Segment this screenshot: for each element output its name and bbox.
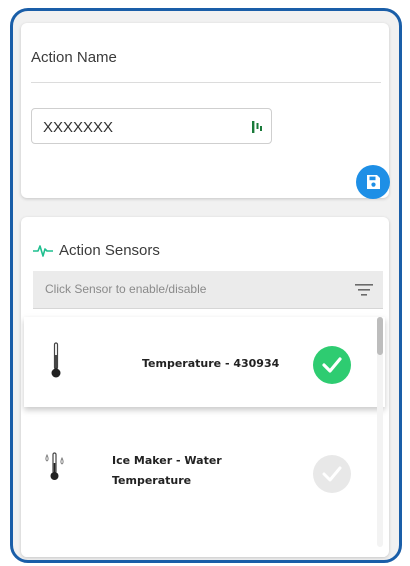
save-button[interactable] — [356, 165, 390, 199]
action-sensors-header: Action Sensors — [33, 239, 160, 261]
filter-placeholder: Click Sensor to enable/disable — [45, 282, 207, 296]
action-name-title: Action Name — [31, 49, 117, 66]
divider — [31, 82, 381, 83]
action-sensors-card: Action Sensors Click Sensor to enable/di… — [21, 217, 389, 557]
thermometer-drops-icon — [45, 452, 64, 480]
sensor-item-ice-maker-water-temperature[interactable]: Ice Maker - Water Temperature — [24, 421, 385, 557]
sensor-name: Temperature - 430934 — [142, 357, 280, 370]
sensor-name-line2: Temperature — [112, 474, 192, 487]
action-name-input[interactable] — [43, 117, 243, 137]
sensor-item-temperature-430934[interactable]: Temperature - 430934 — [24, 317, 385, 407]
action-name-field[interactable] — [31, 108, 272, 144]
thermometer-icon — [51, 342, 61, 378]
app-frame: Action Name Action Sensors — [10, 8, 402, 563]
filter-lines-icon[interactable] — [355, 283, 373, 297]
sensor-toggle-disabled[interactable] — [313, 455, 351, 493]
sensor-name-line1: Ice Maker - Water — [112, 454, 222, 467]
checkmark-icon — [322, 466, 342, 482]
action-sensors-title: Action Sensors — [59, 241, 160, 259]
checkmark-icon — [322, 357, 342, 373]
pulse-icon — [33, 245, 53, 257]
floppy-disk-icon — [367, 175, 380, 189]
scrollbar-thumb[interactable] — [377, 317, 383, 355]
action-name-card: Action Name — [21, 23, 390, 199]
sensor-toggle-enabled[interactable] — [313, 346, 351, 384]
text-cursor-icon — [252, 121, 262, 133]
sensor-list: Temperature - 430934 Ice Maker - Water T… — [21, 309, 389, 557]
sensor-filter-bar[interactable]: Click Sensor to enable/disable — [33, 271, 383, 309]
